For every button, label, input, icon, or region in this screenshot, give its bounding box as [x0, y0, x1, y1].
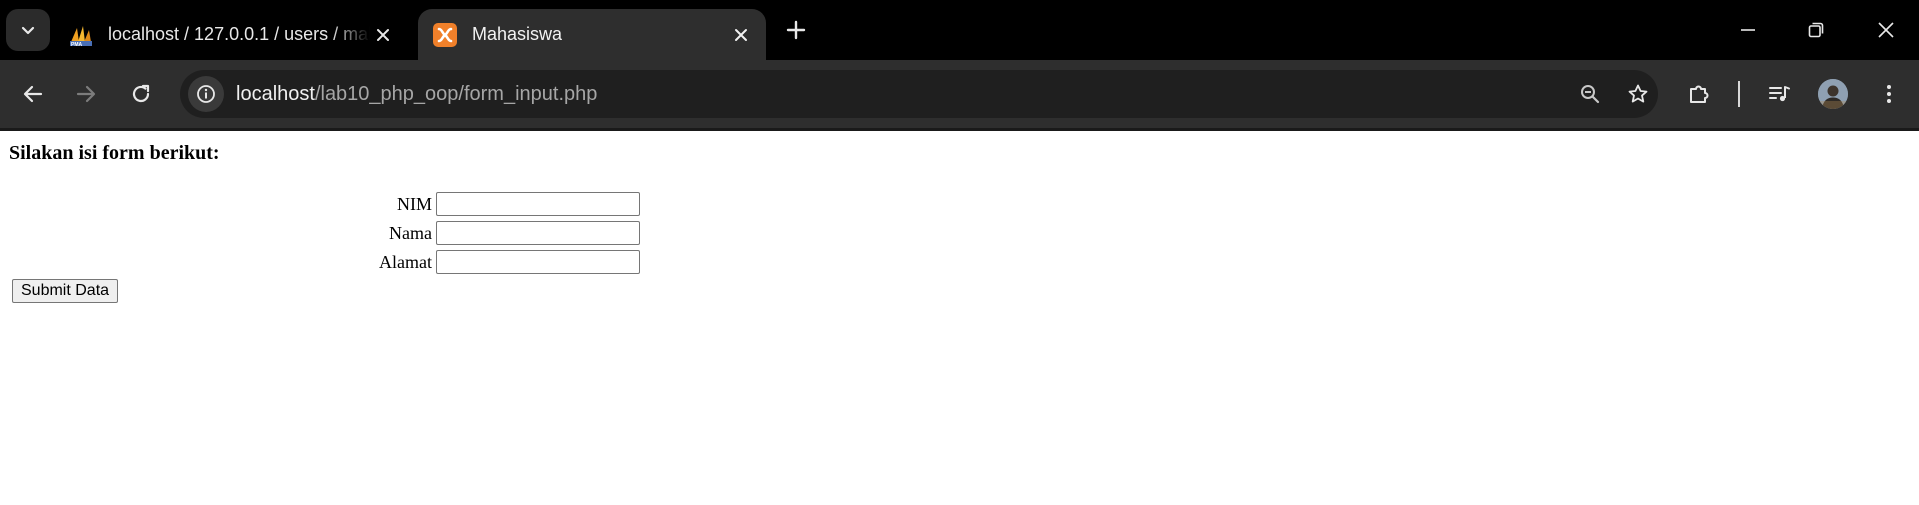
alamat-input[interactable]: [436, 250, 640, 274]
puzzle-icon: [1690, 85, 1709, 103]
bookmark-button[interactable]: [1622, 78, 1654, 110]
new-tab-button[interactable]: [780, 14, 812, 46]
submit-data-button[interactable]: Submit Data: [12, 279, 119, 303]
form-row-nim: NIM: [0, 191, 640, 217]
more-vertical-icon: [1887, 85, 1891, 103]
address-bar[interactable]: localhost/lab10_php_oop/form_input.php: [180, 70, 1658, 118]
minimize-icon: [1741, 29, 1755, 31]
alamat-label: Alamat: [379, 252, 432, 272]
form-row-alamat: Alamat: [0, 249, 640, 275]
close-icon: [735, 28, 747, 41]
nama-input[interactable]: [436, 221, 640, 245]
star-icon: [1628, 84, 1648, 103]
tab-search-button[interactable]: [6, 9, 50, 51]
zoom-button[interactable]: [1574, 78, 1606, 110]
tab-title: localhost / 127.0.0.1 / users / mahasisw…: [108, 24, 370, 44]
page-title: Silakan isi form berikut:: [9, 142, 220, 164]
media-controls-button[interactable]: [1759, 74, 1799, 114]
toolbar-divider: [1738, 81, 1740, 107]
browser-toolbar: localhost/lab10_php_oop/form_input.php: [0, 60, 1919, 128]
close-icon: [377, 28, 389, 41]
nim-input[interactable]: [436, 192, 640, 216]
back-button[interactable]: [13, 74, 53, 114]
tab-mahasiswa[interactable]: Mahasiswa: [418, 9, 766, 60]
close-tab-button[interactable]: [728, 22, 754, 48]
forward-button[interactable]: [66, 74, 106, 114]
page-content: Silakan isi form berikut: NIM Nama Alama…: [0, 131, 1919, 505]
reload-icon: [132, 84, 150, 103]
menu-button[interactable]: [1869, 74, 1909, 114]
arrow-left-icon: [23, 85, 43, 103]
arrow-right-icon: [76, 85, 96, 103]
minimize-button[interactable]: [1720, 10, 1776, 50]
plus-icon: [786, 20, 806, 40]
close-icon: [1878, 22, 1894, 38]
tab-strip: PMA localhost / 127.0.0.1 / users / maha…: [0, 0, 1919, 60]
phpmyadmin-icon: PMA: [70, 25, 92, 48]
form-row-nama: Nama: [0, 220, 640, 246]
restore-button[interactable]: [1788, 10, 1844, 50]
svg-text:PMA: PMA: [71, 42, 83, 48]
xampp-icon: [433, 22, 457, 47]
info-icon: [197, 85, 215, 103]
tab-phpmyadmin[interactable]: PMA localhost / 127.0.0.1 / users / maha…: [58, 9, 408, 60]
url-path: /lab10_php_oop/form_input.php: [314, 83, 598, 105]
close-tab-button[interactable]: [370, 22, 396, 48]
tab-title: Mahasiswa: [472, 24, 563, 44]
reload-button[interactable]: [121, 74, 161, 114]
url-host: localhost: [236, 83, 315, 105]
restore-icon: [1808, 22, 1824, 38]
site-info-button[interactable]: [188, 76, 224, 112]
music-queue-icon: [1769, 86, 1790, 102]
url-text[interactable]: localhost/lab10_php_oop/form_input.php: [236, 82, 597, 106]
close-window-button[interactable]: [1858, 10, 1914, 50]
avatar-image: [1818, 79, 1848, 109]
chevron-down-icon: [21, 26, 35, 35]
nim-label: NIM: [397, 194, 432, 214]
zoom-out-icon: [1581, 85, 1600, 104]
nama-label: Nama: [389, 223, 432, 243]
profile-avatar[interactable]: [1818, 79, 1848, 109]
extensions-button[interactable]: [1679, 74, 1719, 114]
